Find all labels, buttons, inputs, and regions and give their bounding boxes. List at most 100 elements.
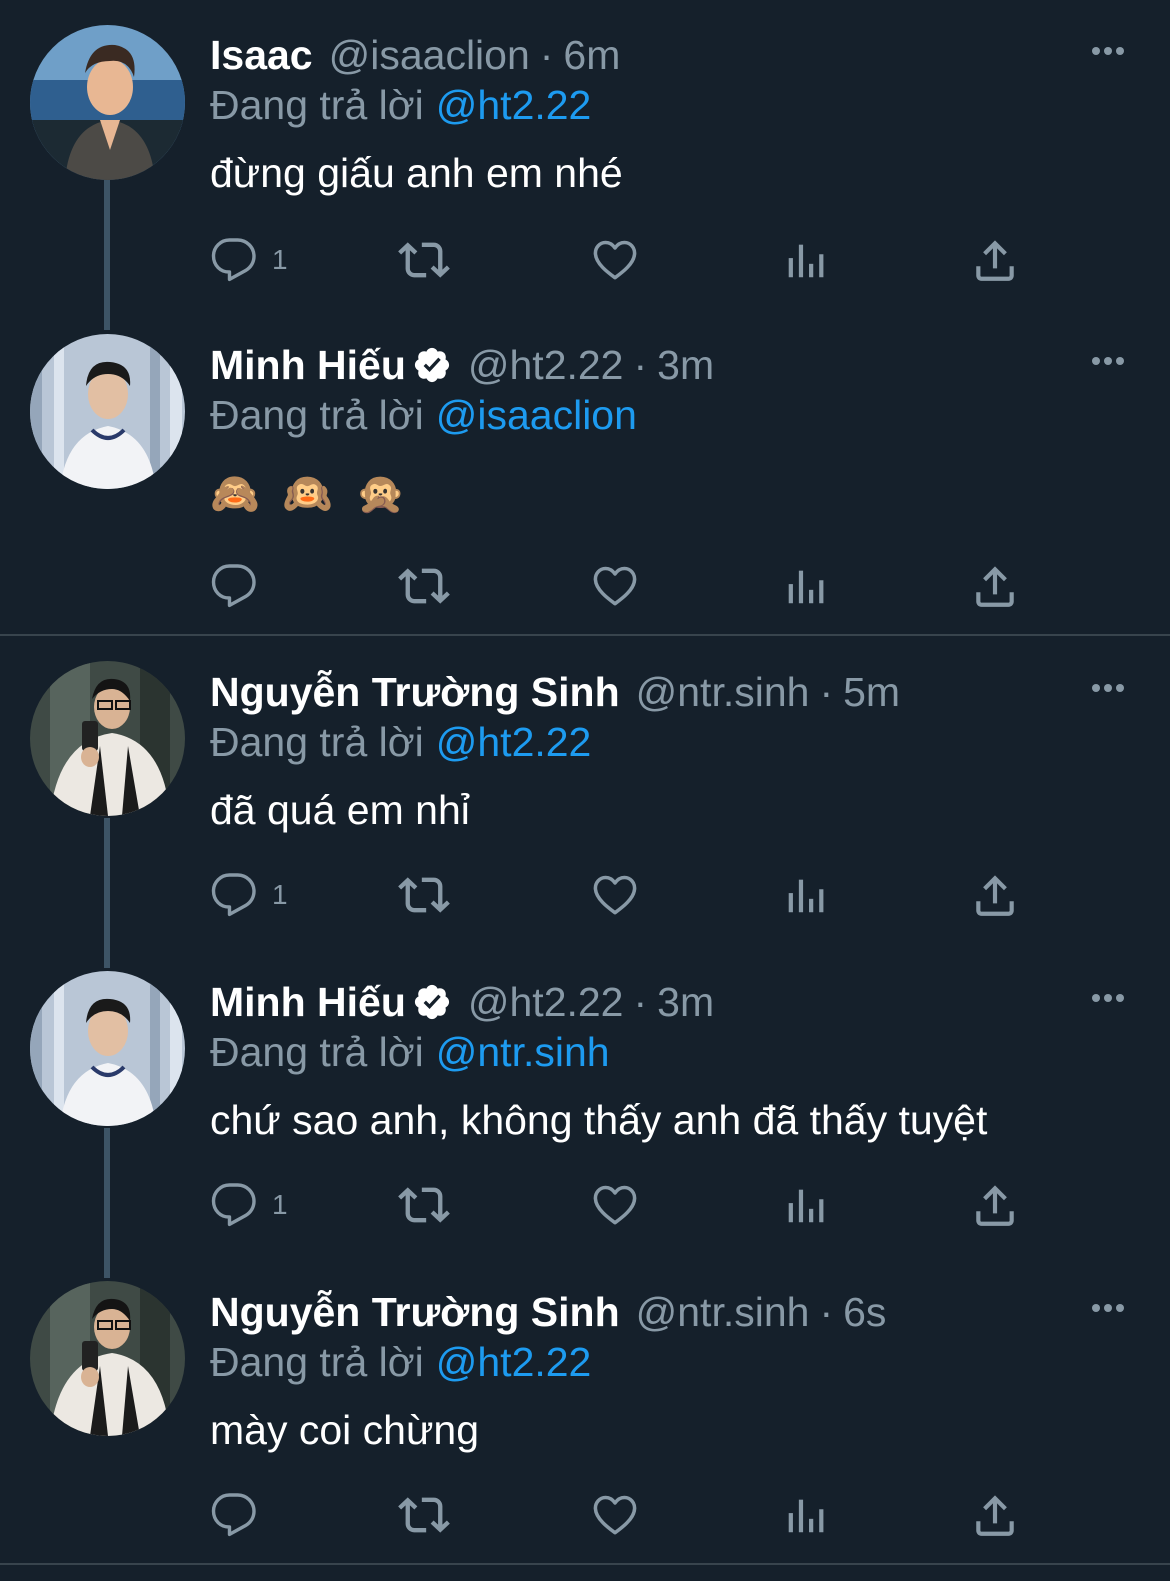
avatar[interactable] (30, 25, 185, 180)
views-icon (782, 563, 828, 609)
separator-dot: · (819, 668, 834, 715)
reply-button[interactable] (210, 1487, 272, 1543)
like-button[interactable] (590, 232, 640, 288)
more-options-icon[interactable] (1088, 346, 1128, 376)
retweet-icon (398, 560, 450, 612)
reply-button[interactable]: 1 (210, 867, 288, 923)
reply-icon (210, 1491, 258, 1539)
separator-dot: · (633, 978, 648, 1025)
display-name[interactable]: Nguyễn Trường Sinh (210, 1289, 620, 1336)
views-button[interactable] (782, 1177, 828, 1233)
display-name[interactable]: Nguyễn Trường Sinh (210, 669, 620, 716)
retweet-button[interactable] (398, 1177, 450, 1233)
mention-link[interactable]: @ht2.22 (436, 82, 592, 128)
views-icon (782, 237, 828, 283)
mention-link[interactable]: @ht2.22 (436, 1339, 592, 1385)
tweet-header: Nguyễn Trường Sinh @ntr.sinh · 6s (210, 1287, 886, 1337)
mention-link[interactable]: @ntr.sinh (436, 1029, 610, 1075)
tweet[interactable]: Minh Hiếu @ht2.22 · 3m Đang trả lời @isaa… (0, 310, 1170, 635)
retweet-icon (398, 234, 450, 286)
tweet[interactable]: Nguyễn Trường Sinh @ntr.sinh · 6s Đang t… (0, 1257, 1170, 1581)
like-button[interactable] (590, 1177, 640, 1233)
display-name[interactable]: Minh Hiếu (210, 342, 406, 389)
views-button[interactable] (782, 558, 828, 614)
handle[interactable]: @ntr.sinh (636, 669, 810, 716)
avatar-minh-hieu-icon (30, 334, 185, 489)
heart-icon (590, 870, 640, 920)
display-name[interactable]: Isaac (210, 32, 313, 79)
timestamp[interactable]: 6s (843, 1289, 886, 1336)
avatar[interactable] (30, 334, 185, 489)
separator-dot: · (819, 1288, 834, 1335)
tweet-actions (210, 558, 1030, 614)
replying-to: Đang trả lời @isaaclion (210, 392, 637, 439)
views-button[interactable] (782, 867, 828, 923)
timestamp[interactable]: 5m (843, 669, 900, 716)
replying-to: Đang trả lời @ht2.22 (210, 82, 591, 129)
mention-link[interactable]: @isaaclion (436, 392, 637, 438)
reply-count: 1 (272, 244, 288, 275)
like-button[interactable] (590, 867, 640, 923)
avatar[interactable] (30, 661, 185, 816)
timestamp[interactable]: 3m (657, 342, 714, 389)
retweet-icon (398, 869, 450, 921)
share-icon (970, 1490, 1020, 1540)
share-button[interactable] (970, 232, 1020, 288)
views-button[interactable] (782, 1487, 828, 1543)
timestamp[interactable]: 3m (657, 979, 714, 1026)
separator-dot: · (633, 341, 648, 388)
mention-link[interactable]: @ht2.22 (436, 719, 592, 765)
tweet-header: Nguyễn Trường Sinh @ntr.sinh · 5m (210, 667, 900, 717)
tweet-text: đã quá em nhỉ (210, 787, 470, 833)
share-icon (970, 1180, 1020, 1230)
heart-icon (590, 235, 640, 285)
avatar[interactable] (30, 1281, 185, 1436)
replying-to-label: Đang trả lời (210, 82, 424, 128)
handle[interactable]: @ntr.sinh (636, 1289, 810, 1336)
thread-divider (0, 634, 1170, 636)
avatar-nguyen-truong-sinh-icon (30, 661, 185, 816)
retweet-button[interactable] (398, 867, 450, 923)
reply-button[interactable]: 1 (210, 1177, 288, 1233)
tweet[interactable]: Nguyễn Trường Sinh @ntr.sinh · 5m Đang t… (0, 637, 1170, 967)
retweet-button[interactable] (398, 558, 450, 614)
retweet-button[interactable] (398, 232, 450, 288)
more-options-icon[interactable] (1088, 673, 1128, 703)
views-icon (782, 1182, 828, 1228)
tweet-header: Minh Hiếu @ht2.22 · 3m (210, 340, 714, 390)
reply-icon (210, 1181, 258, 1229)
tweet[interactable]: Isaac @isaaclion · 6m Đang trả lời @ht2.2… (0, 0, 1170, 330)
views-icon (782, 1492, 828, 1538)
more-options-icon[interactable] (1088, 1293, 1128, 1323)
share-button[interactable] (970, 1177, 1020, 1233)
handle[interactable]: @ht2.22 (468, 342, 624, 389)
reply-button[interactable] (210, 558, 272, 614)
share-button[interactable] (970, 867, 1020, 923)
tweet[interactable]: Minh Hiếu @ht2.22 · 3m Đang trả lời @ntr.… (0, 947, 1170, 1277)
separator-dot: · (539, 31, 554, 78)
reply-button[interactable]: 1 (210, 232, 288, 288)
timestamp[interactable]: 6m (563, 32, 620, 79)
avatar[interactable] (30, 971, 185, 1126)
more-options-icon[interactable] (1088, 983, 1128, 1013)
replying-to-label: Đang trả lời (210, 392, 424, 438)
verified-badge-icon (412, 345, 452, 385)
share-button[interactable] (970, 558, 1020, 614)
display-name[interactable]: Minh Hiếu (210, 979, 406, 1026)
reply-icon (210, 236, 258, 284)
tweet-header: Isaac @isaaclion · 6m (210, 30, 620, 80)
like-button[interactable] (590, 1487, 640, 1543)
share-button[interactable] (970, 1487, 1020, 1543)
views-button[interactable] (782, 232, 828, 288)
reply-count: 1 (272, 879, 288, 910)
replying-to-label: Đang trả lời (210, 1339, 424, 1385)
tweet-header: Minh Hiếu @ht2.22 · 3m (210, 977, 714, 1027)
heart-icon (590, 561, 640, 611)
handle[interactable]: @isaaclion (329, 32, 530, 79)
handle[interactable]: @ht2.22 (468, 979, 624, 1026)
avatar-nguyen-truong-sinh-icon (30, 1281, 185, 1436)
avatar-isaac-icon (30, 25, 185, 180)
like-button[interactable] (590, 558, 640, 614)
retweet-button[interactable] (398, 1487, 450, 1543)
more-options-icon[interactable] (1088, 36, 1128, 66)
